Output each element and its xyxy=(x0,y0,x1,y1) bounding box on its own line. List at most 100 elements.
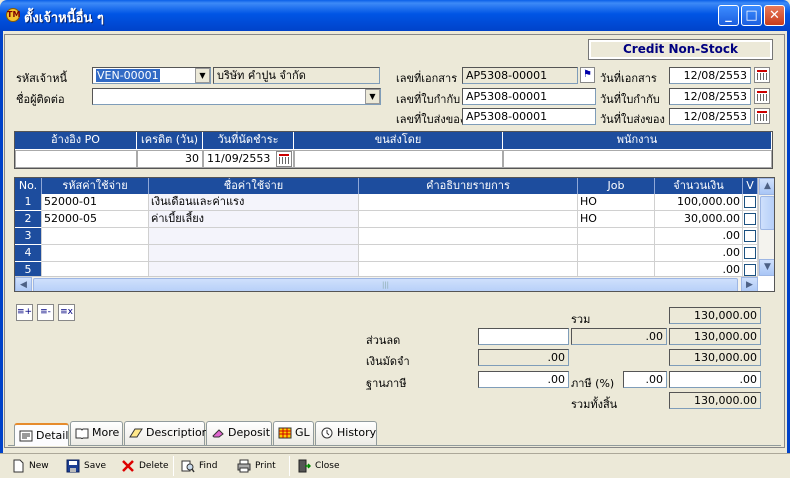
close-button[interactable]: Close xyxy=(297,458,340,474)
row-number[interactable]: 2 xyxy=(15,211,42,228)
horizontal-scrollbar[interactable]: ◀ ||| ▶ xyxy=(15,276,758,291)
title-bar[interactable] xyxy=(0,0,790,31)
vat-checkbox[interactable] xyxy=(744,264,756,276)
history-icon xyxy=(321,427,333,439)
scroll-left-icon[interactable]: ◀ xyxy=(15,277,32,291)
ref-po-field[interactable] xyxy=(15,150,137,168)
window-title: ตั้งเจ้าหนี้อื่น ๆ xyxy=(24,11,104,26)
delivery-date-field[interactable]: 12/08/2553 xyxy=(669,108,751,125)
cell-amount[interactable]: 100,000.00 xyxy=(655,194,743,211)
cell-desc[interactable] xyxy=(359,211,578,228)
delivery-no-field[interactable]: AP5308-00001 xyxy=(462,108,596,125)
vat-checkbox[interactable] xyxy=(744,213,756,225)
cell-job[interactable] xyxy=(578,228,655,245)
maximize-button[interactable]: □ xyxy=(741,5,762,26)
col-header-no[interactable]: No. xyxy=(15,178,42,194)
find-button[interactable]: Find xyxy=(181,458,217,474)
tab-history[interactable]: History xyxy=(315,421,377,445)
doc-date-field[interactable]: 12/08/2553 xyxy=(669,67,751,84)
cell-code[interactable]: 52000-01 xyxy=(42,194,149,211)
contact-combo[interactable]: ▼ xyxy=(92,88,381,105)
calendar-icon[interactable] xyxy=(276,151,292,167)
col-header-v[interactable]: V xyxy=(743,178,758,194)
vat-checkbox[interactable] xyxy=(744,230,756,242)
cell-job[interactable]: HO xyxy=(578,194,655,211)
cell-name[interactable] xyxy=(149,228,359,245)
cell-amount[interactable]: 30,000.00 xyxy=(655,211,743,228)
tax-rate-field[interactable]: .00 xyxy=(623,371,667,388)
vertical-scrollbar[interactable]: ▲ ▼ xyxy=(758,178,774,276)
scroll-up-icon[interactable]: ▲ xyxy=(759,178,774,195)
credit-days-field[interactable]: 30 xyxy=(137,150,203,168)
row-number[interactable]: 4 xyxy=(15,245,42,262)
cell-name[interactable] xyxy=(149,245,359,262)
horizontal-scroll-thumb[interactable]: ||| xyxy=(33,278,738,291)
chevron-down-icon[interactable]: ▼ xyxy=(365,89,380,104)
doc-no-field[interactable]: AP5308-00001 xyxy=(462,67,578,84)
tax-base-field[interactable]: .00 xyxy=(478,371,569,388)
cell-job[interactable]: HO xyxy=(578,211,655,228)
minimize-button[interactable]: _ xyxy=(718,5,739,26)
discount-text-field[interactable] xyxy=(478,328,569,345)
tab-more[interactable]: More xyxy=(70,421,123,445)
calendar-icon[interactable] xyxy=(754,88,770,104)
tax-inv-date-field[interactable]: 12/08/2553 xyxy=(669,88,751,105)
cell-name[interactable]: เงินเดือนและค่าแรง xyxy=(149,194,359,211)
cell-name[interactable]: ค่าเบี้ยเลี้ยง xyxy=(149,211,359,228)
tab-detail[interactable]: Detail xyxy=(14,423,69,446)
row-number[interactable]: 1 xyxy=(15,194,42,211)
tax-base-label: ฐานภาษี xyxy=(366,377,407,390)
delete-button[interactable]: Delete xyxy=(121,458,169,474)
vat-checkbox[interactable] xyxy=(744,247,756,259)
col-header-job[interactable]: Job xyxy=(578,178,655,194)
calendar-icon[interactable] xyxy=(754,67,770,83)
tax-inv-no-label: เลขที่ใบกำกับ xyxy=(396,93,461,106)
cell-code[interactable] xyxy=(42,245,149,262)
bottom-toolbar xyxy=(0,453,790,478)
cell-amount[interactable]: .00 xyxy=(655,228,743,245)
tax-inv-no-field[interactable]: AP5308-00001 xyxy=(462,88,596,105)
tab-description-label: Description xyxy=(146,426,209,439)
col-header-amount[interactable]: จำนวนเงิน xyxy=(655,178,743,194)
expense-grid[interactable]: No. รหัสค่าใช้จ่าย ชื่อค่าใช้จ่าย คำอธิบ… xyxy=(14,177,775,292)
new-button[interactable]: New xyxy=(11,458,49,474)
creditor-code-combo[interactable]: VEN-00001 ▼ xyxy=(92,67,211,84)
row-number[interactable]: 3 xyxy=(15,228,42,245)
tab-deposit-label: Deposit xyxy=(228,426,271,439)
shipped-by-field[interactable] xyxy=(294,150,503,168)
tax-amount-field[interactable]: .00 xyxy=(669,371,761,388)
scroll-right-icon[interactable]: ▶ xyxy=(741,277,758,291)
grand-total-label: รวมทั้งสิ้น xyxy=(571,398,618,411)
run-number-icon[interactable]: ⚑ xyxy=(580,67,595,83)
col-header-name[interactable]: ชื่อค่าใช้จ่าย xyxy=(149,178,359,194)
chevron-down-icon[interactable]: ▼ xyxy=(195,68,210,83)
tab-gl[interactable]: GL xyxy=(273,421,314,445)
scroll-down-icon[interactable]: ▼ xyxy=(759,259,774,276)
vertical-scroll-thumb[interactable] xyxy=(760,196,774,230)
grand-total-field: 130,000.00 xyxy=(669,392,761,409)
delete-button-label: Delete xyxy=(139,461,169,471)
clear-row-icon[interactable]: ≡x xyxy=(58,304,75,321)
vat-checkbox[interactable] xyxy=(744,196,756,208)
doc-no-label: เลขที่เอกสาร xyxy=(396,72,458,85)
cell-amount[interactable]: .00 xyxy=(655,245,743,262)
cell-code[interactable]: 52000-05 xyxy=(42,211,149,228)
cell-desc[interactable] xyxy=(359,194,578,211)
col-header-code[interactable]: รหัสค่าใช้จ่าย xyxy=(42,178,149,194)
cell-code[interactable] xyxy=(42,228,149,245)
col-header-desc[interactable]: คำอธิบายรายการ xyxy=(359,178,578,194)
save-button[interactable]: Save xyxy=(66,458,106,474)
insert-row-icon[interactable]: ≡+ xyxy=(16,304,33,321)
calendar-icon[interactable] xyxy=(754,108,770,124)
cell-job[interactable] xyxy=(578,245,655,262)
close-window-button[interactable]: ✕ xyxy=(764,5,785,26)
cell-desc[interactable] xyxy=(359,228,578,245)
tab-deposit[interactable]: Deposit xyxy=(206,421,272,445)
print-button[interactable]: Print xyxy=(237,458,276,474)
toolbar-separator xyxy=(173,456,174,476)
creditor-code-value: VEN-00001 xyxy=(96,69,160,82)
employee-field[interactable] xyxy=(503,150,772,168)
tab-description[interactable]: Description xyxy=(124,421,209,445)
cell-desc[interactable] xyxy=(359,245,578,262)
delete-row-icon[interactable]: ≡- xyxy=(37,304,54,321)
